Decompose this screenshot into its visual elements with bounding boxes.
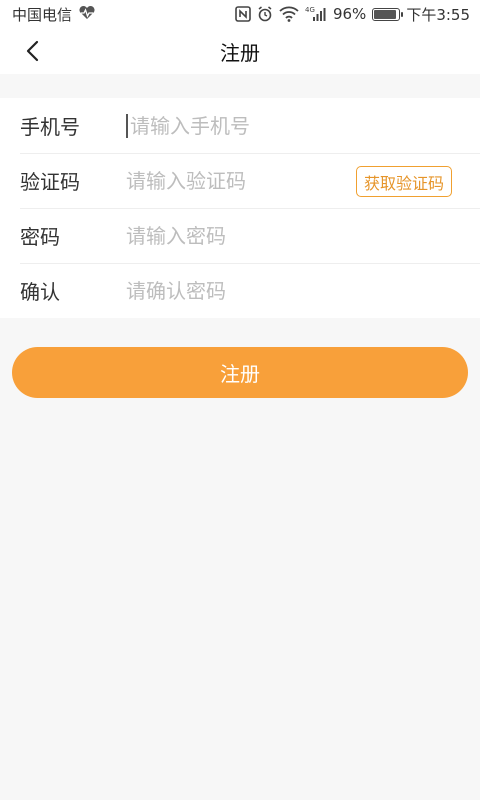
confirm-password-input[interactable] xyxy=(126,278,480,303)
password-input[interactable] xyxy=(126,223,480,248)
password-row: 密码 xyxy=(0,208,480,263)
code-row: 验证码 获取验证码 xyxy=(0,153,480,208)
carrier-name: 中国电信 xyxy=(12,5,73,24)
get-code-button[interactable]: 获取验证码 xyxy=(355,166,452,197)
phone-label: 手机号 xyxy=(20,115,80,139)
back-button[interactable] xyxy=(14,28,50,74)
register-button[interactable]: 注册 xyxy=(12,347,468,398)
battery-icon xyxy=(372,7,404,21)
chevron-left-icon xyxy=(26,40,39,62)
battery-percent: 96% xyxy=(332,5,367,23)
code-label: 验证码 xyxy=(20,170,80,194)
wifi-icon xyxy=(279,6,299,22)
password-label: 密码 xyxy=(20,225,60,249)
clock: 下午3:55 xyxy=(406,5,470,24)
network-type: 4G xyxy=(305,6,315,14)
alarm-icon xyxy=(257,6,273,22)
page-title: 注册 xyxy=(220,40,260,65)
phone-input[interactable] xyxy=(126,113,480,138)
confirm-row: 确认 xyxy=(0,263,480,318)
phone-row: 手机号 xyxy=(0,98,480,153)
heartbeat-icon xyxy=(78,5,96,24)
status-bar: 中国电信 4G 96% 下午3:55 xyxy=(0,0,480,28)
nfc-icon xyxy=(235,6,251,22)
signal-icon: 4G xyxy=(305,6,327,22)
register-form: 手机号 验证码 获取验证码 密码 确认 xyxy=(0,98,480,318)
app-header: 注册 xyxy=(0,28,480,74)
confirm-label: 确认 xyxy=(20,280,60,304)
